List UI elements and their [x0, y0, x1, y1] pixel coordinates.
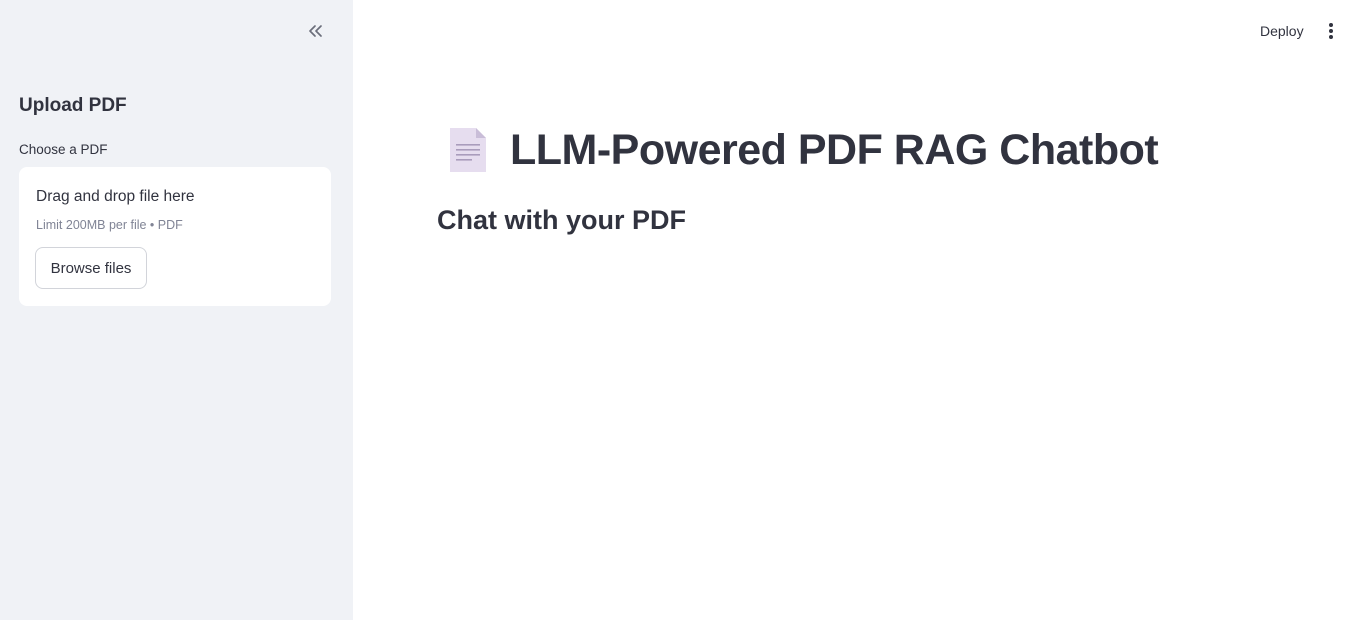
- vertical-dots-icon: [1329, 23, 1333, 39]
- page-subheader: Chat with your PDF: [437, 205, 686, 235]
- double-chevron-left-icon: [309, 25, 322, 37]
- sidebar: Upload PDF Choose a PDF Drag and drop fi…: [0, 0, 353, 620]
- collapse-sidebar-button[interactable]: [302, 18, 328, 44]
- deploy-button[interactable]: Deploy: [1250, 18, 1314, 44]
- main-menu-button[interactable]: [1318, 18, 1344, 44]
- dropzone-instructions: Drag and drop file here: [36, 188, 195, 205]
- sidebar-title: Upload PDF: [19, 95, 127, 116]
- app: Upload PDF Choose a PDF Drag and drop fi…: [0, 0, 1362, 620]
- browse-files-button[interactable]: Browse files: [35, 247, 147, 289]
- page-icon: [450, 128, 486, 172]
- title-row: LLM-Powered PDF RAG Chatbot: [446, 120, 1159, 180]
- uploader-label: Choose a PDF: [19, 142, 108, 157]
- dropzone-limit-text: Limit 200MB per file • PDF: [36, 218, 183, 232]
- page-title: LLM-Powered PDF RAG Chatbot: [510, 125, 1159, 174]
- file-dropzone[interactable]: Drag and drop file here Limit 200MB per …: [19, 167, 331, 306]
